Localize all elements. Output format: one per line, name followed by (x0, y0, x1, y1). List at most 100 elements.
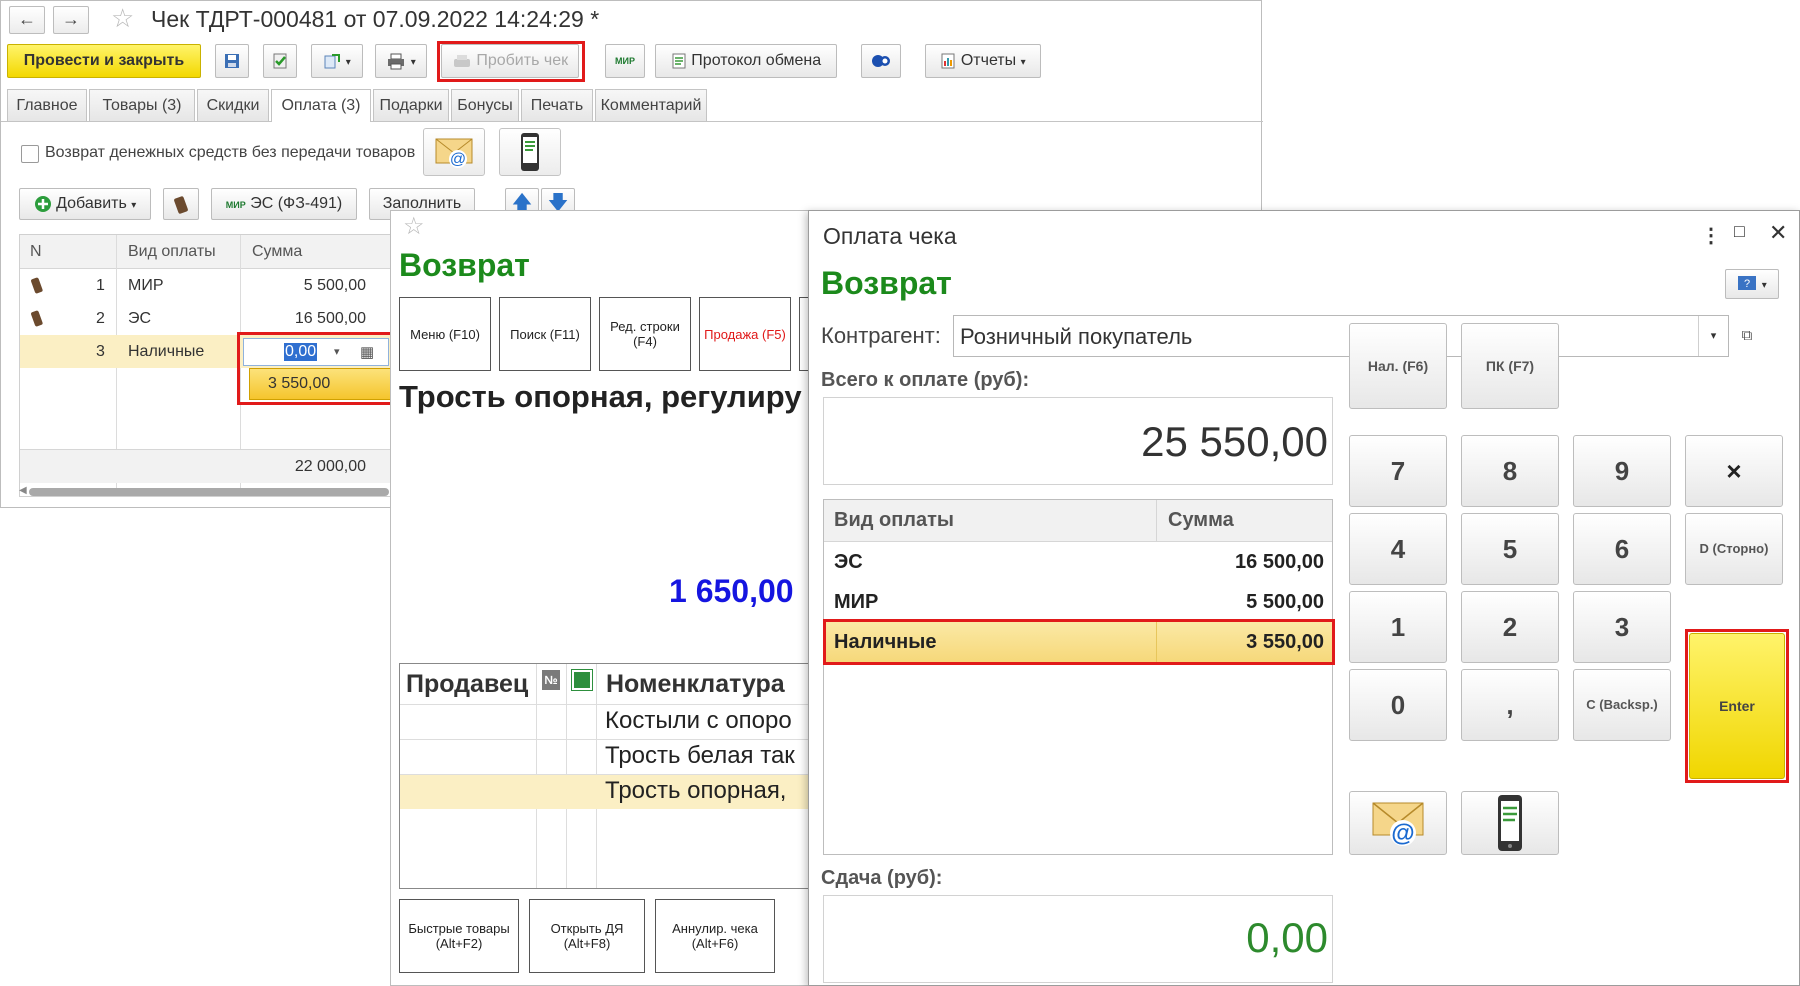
key-1[interactable]: 1 (1349, 591, 1447, 663)
tab-bonuses[interactable]: Бонусы (451, 89, 519, 121)
payment-dialog: Оплата чека ⋮ □ ✕ Возврат ? ▾ Контрагент… (808, 210, 1800, 986)
table-row[interactable]: Трость опорная, (400, 774, 809, 809)
send-email-button[interactable]: @ (1349, 791, 1447, 855)
row-nomenclature: Трость белая так (605, 742, 795, 769)
cash-key[interactable]: Нал. (F6) (1349, 323, 1447, 409)
column-n: N (30, 243, 42, 260)
save-button[interactable] (215, 44, 249, 78)
tab-discounts[interactable]: Скидки (197, 89, 269, 121)
forward-button[interactable]: → (53, 6, 89, 34)
cancel-receipt-button[interactable]: Аннулир. чека (Alt+F6) (655, 899, 775, 973)
chevron-down-icon: ▾ (1761, 280, 1767, 291)
pos-items-table: Продавец № Номенклатура Костыли с опоро … (399, 663, 809, 889)
chevron-down-icon: ▾ (1020, 57, 1026, 68)
card-key[interactable]: ПК (F7) (1461, 323, 1559, 409)
add-icon (34, 195, 51, 212)
exchange-log-label: Протокол обмена (691, 52, 822, 69)
table-row[interactable]: Костыли с опоро (400, 704, 809, 739)
payment-terminal-button[interactable] (163, 188, 199, 220)
change-value: 0,00 (1246, 914, 1328, 961)
key-5[interactable]: 5 (1461, 513, 1559, 585)
key-4[interactable]: 4 (1349, 513, 1447, 585)
es-fz491-button[interactable]: МИР ЭС (ФЗ-491) (211, 188, 357, 220)
send-sms-button[interactable] (499, 128, 561, 176)
help-icon: ? (1738, 275, 1757, 290)
key-6[interactable]: 6 (1573, 513, 1671, 585)
tab-gifts[interactable]: Подарки (373, 89, 449, 121)
maximize-icon[interactable]: □ (1734, 221, 1745, 242)
close-icon[interactable]: ✕ (1769, 220, 1787, 246)
key-9[interactable]: 9 (1573, 435, 1671, 507)
reports-button[interactable]: Отчеты ▾ (925, 44, 1041, 78)
row-number: 1 (96, 277, 105, 294)
key-7[interactable]: 7 (1349, 435, 1447, 507)
help-button[interactable]: ? ▾ (1725, 269, 1779, 299)
row-sum: 5 500,00 (303, 277, 366, 294)
pos-window: ☆ Возврат Меню (F10) Поиск (F11) Ред. ст… (390, 210, 810, 986)
scroll-left-icon[interactable]: ◀ (19, 485, 27, 496)
row-payment-type: ЭС (128, 310, 152, 327)
refund-without-goods-checkbox[interactable] (21, 145, 39, 163)
column-divider (1156, 500, 1157, 542)
change-box: 0,00 (823, 895, 1333, 983)
add-payment-button[interactable]: Добавить ▾ (19, 188, 151, 220)
row-sum: 16 500,00 (294, 310, 366, 327)
tab-comment[interactable]: Комментарий (595, 89, 707, 121)
create-based-on-button[interactable]: ▾ (311, 44, 363, 78)
open-icon[interactable]: ⧉ (1735, 323, 1759, 349)
key-3[interactable]: 3 (1573, 591, 1671, 663)
key-2[interactable]: 2 (1461, 591, 1559, 663)
menu-button[interactable]: Меню (F10) (399, 297, 491, 371)
mir-button[interactable]: МИР (605, 44, 645, 78)
print-menu-button[interactable]: ▾ (375, 44, 427, 78)
table-row[interactable]: МИР 5 500,00 (824, 582, 1332, 622)
favorite-star-icon[interactable]: ☆ (111, 5, 134, 31)
document-post-icon (273, 53, 287, 69)
key-8[interactable]: 8 (1461, 435, 1559, 507)
payment-table-header: Вид оплаты Сумма (824, 500, 1332, 542)
reports-label: Отчеты (960, 52, 1017, 69)
clear-key[interactable]: × (1685, 435, 1783, 507)
table-row[interactable]: 2 ЭС 16 500,00 (20, 302, 390, 335)
horizontal-scrollbar[interactable] (29, 488, 389, 496)
payment-grid-header: N Вид оплаты Сумма (20, 235, 390, 269)
table-row[interactable]: 1 МИР 5 500,00 (20, 269, 390, 302)
edit-line-button[interactable]: Ред. строки (F4) (599, 297, 691, 371)
table-row[interactable]: Трость белая так (400, 739, 809, 774)
storno-key[interactable]: D (Сторно) (1685, 513, 1783, 585)
chevron-down-icon[interactable]: ▾ (1698, 316, 1728, 356)
tab-print[interactable]: Печать (521, 89, 593, 121)
key-0[interactable]: 0 (1349, 669, 1447, 741)
more-options-icon[interactable]: ⋮ (1701, 223, 1721, 248)
key-comma[interactable]: , (1461, 669, 1559, 741)
payment-types-table: Вид оплаты Сумма ЭС 16 500,00 МИР 5 500,… (823, 499, 1333, 855)
tab-goods[interactable]: Товары (3) (89, 89, 195, 121)
quick-goods-button[interactable]: Быстрые товары (Alt+F2) (399, 899, 519, 973)
dialog-title: Оплата чека (823, 223, 957, 249)
search-button[interactable]: Поиск (F11) (499, 297, 591, 371)
send-email-button[interactable]: @ (423, 128, 485, 176)
contractor-label: Контрагент: (821, 323, 941, 348)
tab-payment[interactable]: Оплата (3) (271, 89, 371, 122)
tab-main[interactable]: Главное (7, 89, 87, 121)
edo-button[interactable] (861, 44, 901, 78)
table-row[interactable]: ЭС 16 500,00 (824, 542, 1332, 582)
es-fz491-label: ЭС (ФЗ-491) (250, 195, 343, 212)
exchange-log-button[interactable]: Протокол обмена (655, 44, 837, 78)
column-sum: Сумма (1168, 509, 1234, 531)
highlight-cash-row (823, 619, 1335, 665)
contractor-field[interactable]: Розничный покупатель ▾ (953, 315, 1729, 357)
back-button[interactable]: ← (9, 6, 45, 34)
post-document-button[interactable] (263, 44, 297, 78)
post-and-close-button[interactable]: Провести и закрыть (7, 44, 201, 78)
send-sms-button[interactable] (1461, 791, 1559, 855)
favorite-star-icon[interactable]: ☆ (403, 215, 425, 239)
backspace-key[interactable]: C (Backsp.) (1573, 669, 1671, 741)
column-sum: Сумма (252, 243, 303, 260)
contractor-value: Розничный покупатель (960, 324, 1193, 349)
chevron-down-icon: ▾ (410, 57, 416, 68)
open-box-button[interactable]: Открыть ДЯ (Alt+F8) (529, 899, 645, 973)
row-payment-type: МИР (128, 277, 164, 294)
column-payment-type: Вид оплаты (834, 509, 954, 531)
sale-button[interactable]: Продажа (F5) (699, 297, 791, 371)
